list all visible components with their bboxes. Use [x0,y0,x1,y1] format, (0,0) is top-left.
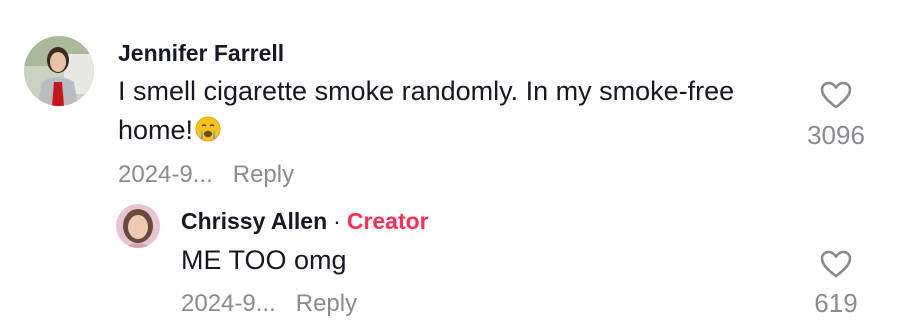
comment-text: I smell cigarette smoke randomly. In my … [118,72,798,153]
reply-username-row: Chrissy Allen · Creator [181,208,429,235]
comment-like-count: 3096 [807,120,865,150]
reply-reply-button[interactable]: Reply [296,290,357,317]
creator-badge: Creator [346,208,429,234]
avatar[interactable] [24,36,94,106]
separator-dot: · [333,208,341,234]
reply-date: 2024-9... [181,290,276,317]
heart-icon[interactable] [819,80,853,110]
comment-text-line1: I smell cigarette smoke randomly. In my … [118,76,735,106]
comment-text-line2: home! [118,115,194,145]
reply-like-count: 619 [814,288,858,318]
reply-avatar[interactable] [116,204,160,248]
comment-meta: 2024-9... Reply [118,161,294,189]
comment-reply-button[interactable]: Reply [233,161,294,188]
heart-icon[interactable] [819,249,853,279]
comment-username[interactable]: Jennifer Farrell [118,40,284,67]
reply-text: ME TOO omg [181,245,347,275]
comment-date: 2024-9... [118,161,213,188]
reply-meta: 2024-9... Reply [181,290,357,318]
reply-username[interactable]: Chrissy Allen [181,208,327,234]
crying-face-emoji-icon [195,114,221,153]
